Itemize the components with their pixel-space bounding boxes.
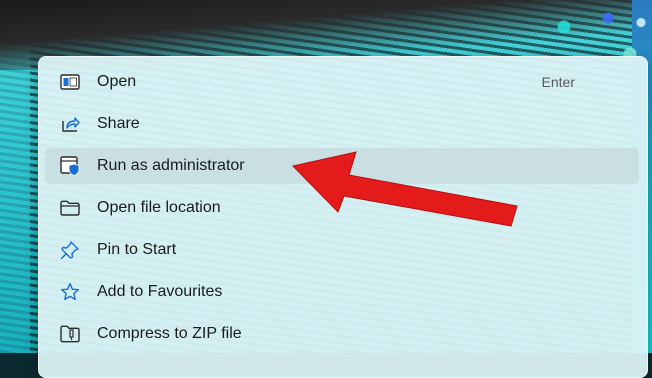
menu-item-open[interactable]: Open Enter [45, 64, 639, 100]
menu-item-share[interactable]: Share [45, 106, 639, 142]
menu-item-compress-to-zip[interactable]: Compress to ZIP file [45, 316, 639, 352]
menu-item-pin-to-start[interactable]: Pin to Start [45, 232, 639, 268]
menu-item-label: Open file location [97, 199, 221, 216]
context-menu: Open Enter Share Run as administrator Op… [38, 56, 648, 378]
menu-item-label: Share [97, 115, 140, 132]
menu-item-label: Compress to ZIP file [97, 325, 242, 342]
menu-item-add-to-favourites[interactable]: Add to Favourites [45, 274, 639, 310]
menu-item-label: Run as administrator [97, 157, 245, 174]
menu-item-label: Open [97, 73, 137, 90]
shield-icon [59, 155, 81, 177]
share-icon [59, 113, 81, 135]
menu-item-label: Add to Favourites [97, 283, 223, 300]
window-icon [59, 71, 81, 93]
zip-icon [59, 323, 81, 345]
menu-item-run-as-administrator[interactable]: Run as administrator [45, 148, 639, 184]
shortcut-hint: Enter [541, 74, 575, 90]
menu-item-open-file-location[interactable]: Open file location [45, 190, 639, 226]
folder-icon [59, 197, 81, 219]
menu-item-label: Pin to Start [97, 241, 177, 258]
star-icon [59, 281, 81, 303]
pin-icon [59, 239, 81, 261]
